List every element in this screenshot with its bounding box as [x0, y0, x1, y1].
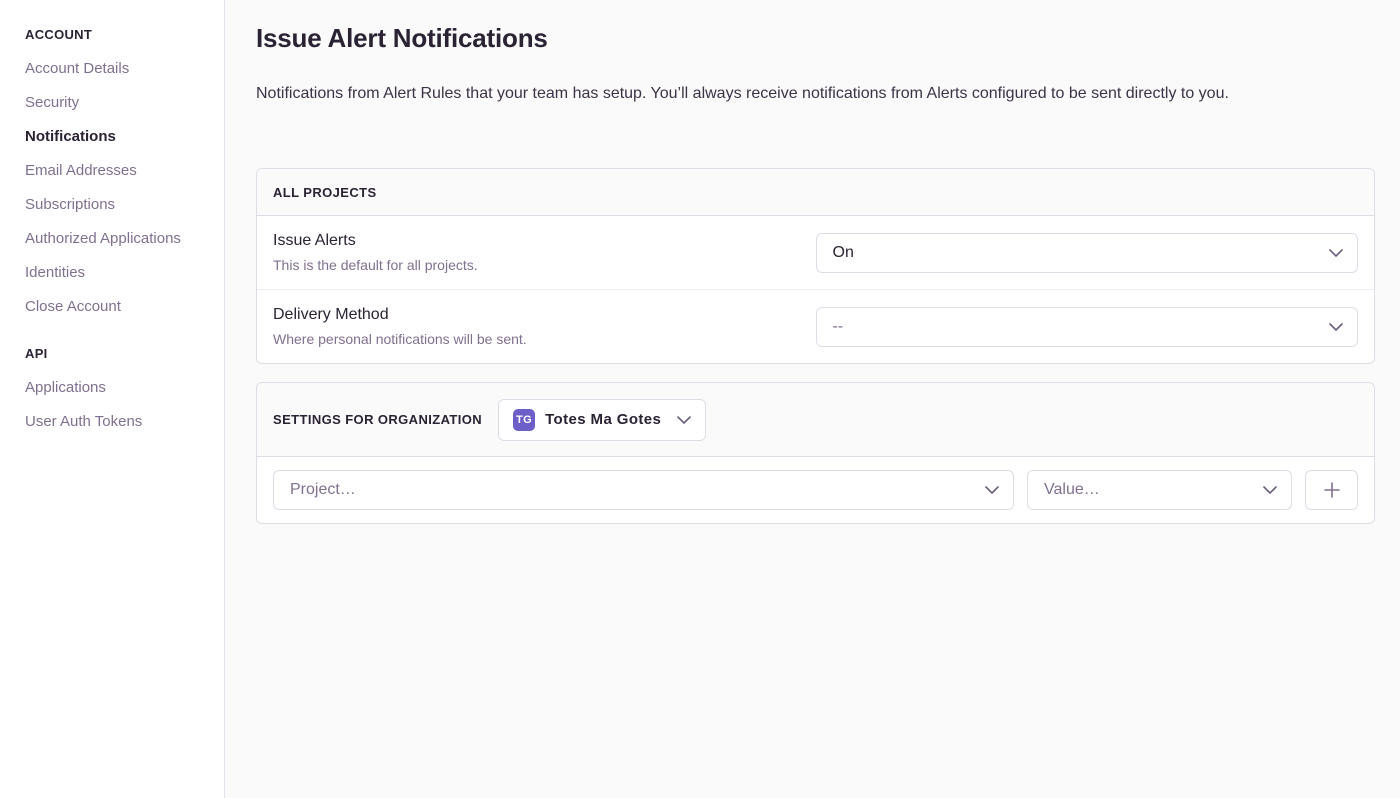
organization-panel-header: SETTINGS FOR ORGANIZATION TG Totes Ma Go…: [257, 383, 1374, 457]
sidebar-section-account: ACCOUNT Account Details Security Notific…: [25, 27, 214, 315]
organization-avatar: TG: [513, 409, 535, 431]
all-projects-header-label: ALL PROJECTS: [273, 185, 377, 200]
all-projects-panel-header: ALL PROJECTS: [257, 169, 1374, 216]
organization-filter-row: Project… Value…: [257, 457, 1374, 523]
page-title: Issue Alert Notifications: [256, 22, 1375, 55]
sidebar-item-identities[interactable]: Identities: [25, 264, 214, 281]
settings-sidebar: ACCOUNT Account Details Security Notific…: [0, 0, 225, 798]
plus-icon: [1323, 481, 1341, 499]
sidebar-item-applications[interactable]: Applications: [25, 379, 214, 396]
page-description: Notifications from Alert Rules that your…: [256, 84, 1375, 103]
field-row-issue-alerts: Issue Alerts This is the default for all…: [257, 216, 1374, 289]
all-projects-panel: ALL PROJECTS Issue Alerts This is the de…: [256, 168, 1375, 364]
settings-content: Issue Alert Notifications Notifications …: [225, 0, 1400, 798]
sidebar-item-security[interactable]: Security: [25, 94, 214, 111]
chevron-down-icon: [985, 486, 999, 494]
issue-alerts-help: This is the default for all projects.: [273, 257, 798, 273]
value-select-placeholder: Value…: [1044, 481, 1100, 499]
project-select-placeholder: Project…: [290, 481, 356, 499]
value-select[interactable]: Value…: [1027, 470, 1292, 510]
sidebar-item-account-details[interactable]: Account Details: [25, 60, 214, 77]
organization-header-label: SETTINGS FOR ORGANIZATION: [273, 412, 482, 427]
organization-selector[interactable]: TG Totes Ma Gotes: [498, 399, 706, 441]
chevron-down-icon: [1329, 323, 1343, 331]
sidebar-item-user-auth-tokens[interactable]: User Auth Tokens: [25, 413, 214, 430]
organization-settings-panel: SETTINGS FOR ORGANIZATION TG Totes Ma Go…: [256, 382, 1375, 524]
chevron-down-icon: [1329, 249, 1343, 257]
delivery-method-select-value: --: [833, 318, 844, 336]
sidebar-section-title-account: ACCOUNT: [25, 27, 214, 42]
project-select[interactable]: Project…: [273, 470, 1014, 510]
chevron-down-icon: [1263, 486, 1277, 494]
sidebar-item-close-account[interactable]: Close Account: [25, 298, 214, 315]
field-row-delivery-method: Delivery Method Where personal notificat…: [257, 289, 1374, 363]
sidebar-item-notifications[interactable]: Notifications: [25, 128, 214, 145]
sidebar-item-subscriptions[interactable]: Subscriptions: [25, 196, 214, 213]
sidebar-item-authorized-applications[interactable]: Authorized Applications: [25, 230, 214, 247]
sidebar-section-api: API Applications User Auth Tokens: [25, 346, 214, 430]
sidebar-section-title-api: API: [25, 346, 214, 361]
sidebar-item-email-addresses[interactable]: Email Addresses: [25, 162, 214, 179]
delivery-method-label: Delivery Method: [273, 306, 798, 324]
organization-name: Totes Ma Gotes: [545, 411, 661, 428]
add-rule-button[interactable]: [1305, 470, 1358, 510]
issue-alerts-select-value: On: [833, 244, 854, 262]
issue-alerts-label: Issue Alerts: [273, 232, 798, 250]
chevron-down-icon: [677, 416, 691, 424]
issue-alerts-select[interactable]: On: [816, 233, 1359, 273]
delivery-method-select[interactable]: --: [816, 307, 1359, 347]
delivery-method-help: Where personal notifications will be sen…: [273, 331, 798, 347]
